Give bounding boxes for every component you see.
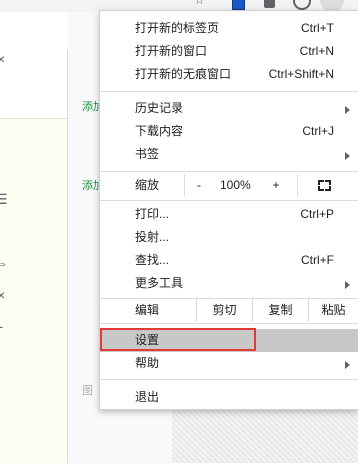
menu-item-find[interactable]: 查找... Ctrl+F [100, 249, 358, 272]
submenu-arrow-icon [345, 361, 350, 369]
menu-item-label: 下载内容 [135, 124, 184, 138]
menu-separator [100, 379, 358, 380]
menu-item-label: 历史记录 [135, 101, 184, 115]
menu-item-label: 打开新的无痕窗口 [135, 67, 232, 81]
menu-item-label: 打印... [135, 207, 170, 221]
move-icon[interactable]: ⇔ [0, 256, 8, 270]
menu-item-shortcut: Ctrl+J [302, 124, 334, 138]
faint-text: 图 [82, 385, 93, 397]
menu-item-shortcut: Ctrl+N [299, 44, 334, 58]
extensions-puzzle-icon[interactable] [264, 0, 275, 8]
page-divider [67, 50, 68, 463]
edit-label: 编辑 [135, 303, 160, 317]
bookmark-star-icon[interactable]: ☆ [194, 0, 206, 7]
menu-item-label: 打开新的标签页 [135, 21, 220, 35]
menu-item-cast[interactable]: 投射... [100, 226, 358, 249]
menu-item-label: 查找... [135, 253, 170, 267]
paste-button[interactable]: 粘贴 [308, 299, 358, 322]
submenu-arrow-icon [345, 152, 350, 160]
menu-item-shortcut: Ctrl+P [300, 207, 334, 221]
menu-item-label: 更多工具 [135, 276, 184, 290]
menu-item-label: 打开新的窗口 [135, 44, 208, 58]
menu-edit-row: 编辑 剪切 复制 粘贴 [100, 299, 358, 322]
menu-item-more-tools[interactable]: 更多工具 [100, 272, 358, 295]
menu-item-print[interactable]: 打印... Ctrl+P [100, 203, 358, 226]
menu-zoom-row: 缩放 - 100% + [100, 174, 358, 197]
zoom-in-button[interactable]: + [266, 178, 286, 193]
menu-item-new-tab[interactable]: 打开新的标签页 Ctrl+T [100, 17, 358, 40]
zoom-out-button[interactable]: - [189, 178, 209, 193]
menu-item-help[interactable]: 帮助 [100, 352, 358, 375]
submenu-arrow-icon [345, 281, 350, 289]
menu-icon[interactable]: ☰ [0, 192, 8, 206]
copy-button[interactable]: 复制 [252, 299, 308, 322]
menu-separator [100, 171, 358, 172]
menu-item-history[interactable]: 历史记录 [100, 97, 358, 120]
menu-item-exit[interactable]: 退出 [100, 386, 358, 409]
zoom-value: 100% [220, 178, 251, 192]
menu-item-shortcut: Ctrl+F [301, 253, 334, 267]
cut-button[interactable]: 剪切 [196, 299, 252, 322]
fullscreen-icon[interactable] [318, 180, 331, 191]
menu-item-bookmarks[interactable]: 书签 [100, 143, 358, 166]
settings-highlight-box [100, 328, 256, 351]
menu-separator [100, 323, 358, 324]
menu-separator [100, 200, 358, 201]
extension-icon[interactable] [232, 0, 245, 10]
close-icon[interactable]: × [0, 52, 5, 66]
submenu-arrow-icon [345, 106, 350, 114]
page-left-panel [0, 118, 68, 464]
menu-item-label: 书签 [135, 147, 160, 161]
menu-item-new-window[interactable]: 打开新的窗口 Ctrl+N [100, 40, 358, 63]
menu-item-shortcut: Ctrl+Shift+N [268, 67, 334, 81]
menu-item-shortcut: Ctrl+T [301, 21, 334, 35]
menu-item-label: 投射... [135, 230, 170, 244]
menu-item-new-incognito-window[interactable]: 打开新的无痕窗口 Ctrl+Shift+N [100, 63, 358, 86]
add-icon[interactable]: + [0, 320, 3, 334]
zoom-label: 缩放 [135, 178, 160, 192]
menu-separator [100, 91, 358, 92]
menu-item-downloads[interactable]: 下载内容 Ctrl+J [100, 120, 358, 143]
menu-item-label: 退出 [135, 390, 160, 404]
menu-item-label: 帮助 [135, 356, 160, 370]
close-icon[interactable]: × [0, 288, 5, 302]
profile-avatar-icon[interactable] [293, 0, 311, 10]
